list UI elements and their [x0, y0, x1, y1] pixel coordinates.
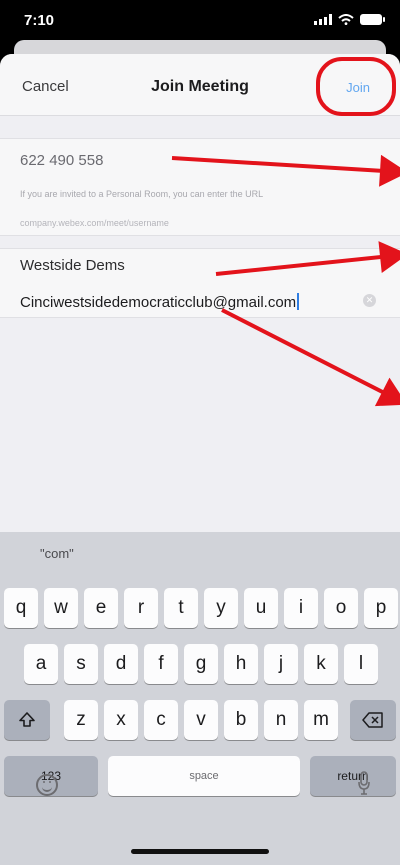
key-z[interactable]: z [64, 700, 98, 740]
key-x[interactable]: x [104, 700, 138, 740]
key-k[interactable]: k [304, 644, 338, 684]
key-i[interactable]: i [284, 588, 318, 628]
suggestion-bar: "com" [0, 532, 400, 576]
personal-room-hint: If you are invited to a Personal Room, y… [20, 189, 264, 199]
join-button[interactable]: Join [346, 80, 370, 95]
email-value: Cinciwestsidedemocraticclub@gmail.com [20, 294, 297, 311]
key-b[interactable]: b [224, 700, 258, 740]
status-icons [314, 14, 385, 25]
key-d[interactable]: d [104, 644, 138, 684]
signal-icon [314, 14, 332, 25]
shift-icon [19, 712, 35, 727]
key-u[interactable]: u [244, 588, 278, 628]
key-q[interactable]: q [4, 588, 38, 628]
key-j[interactable]: j [264, 644, 298, 684]
clear-icon[interactable]: ✕ [363, 294, 376, 307]
battery-icon [360, 14, 385, 25]
key-a[interactable]: a [24, 644, 58, 684]
key-m[interactable]: m [304, 700, 338, 740]
key-c[interactable]: c [144, 700, 178, 740]
suggestion-item[interactable]: "com" [40, 546, 74, 561]
key-l[interactable]: l [344, 644, 378, 684]
key-n[interactable]: n [264, 700, 298, 740]
delete-key[interactable] [350, 700, 396, 740]
key-v[interactable]: v [184, 700, 218, 740]
personal-room-url-hint: company.webex.com/meet/username [20, 218, 169, 228]
return-key[interactable]: return [310, 756, 396, 796]
emoji-icon[interactable] [36, 774, 58, 796]
key-w[interactable]: w [44, 588, 78, 628]
delete-icon [362, 712, 383, 728]
meeting-number-field[interactable]: 622 490 558 If you are invited to a Pers… [0, 138, 400, 236]
user-info-group: Westside Dems Cinciwestsidedemocraticclu… [0, 248, 400, 318]
home-indicator [131, 849, 269, 854]
nav-bar: Cancel Join Meeting Join [0, 54, 400, 116]
wifi-icon [338, 14, 354, 25]
meeting-number-input[interactable]: 622 490 558 [20, 152, 103, 169]
text-cursor [297, 293, 300, 310]
key-s[interactable]: s [64, 644, 98, 684]
key-p[interactable]: p [364, 588, 398, 628]
name-input[interactable]: Westside Dems [20, 257, 125, 274]
key-t[interactable]: t [164, 588, 198, 628]
microphone-icon[interactable] [358, 770, 370, 798]
keyboard: "com" q w e r t y u i o p a s d f g h j … [0, 532, 400, 865]
key-h[interactable]: h [224, 644, 258, 684]
key-f[interactable]: f [144, 644, 178, 684]
key-g[interactable]: g [184, 644, 218, 684]
shift-key[interactable] [4, 700, 50, 740]
key-e[interactable]: e [84, 588, 118, 628]
page-title: Join Meeting [151, 78, 249, 95]
space-key[interactable]: space [108, 756, 300, 796]
key-y[interactable]: y [204, 588, 238, 628]
key-o[interactable]: o [324, 588, 358, 628]
key-r[interactable]: r [124, 588, 158, 628]
status-time: 7:10 [24, 12, 55, 29]
email-field[interactable]: Cinciwestsidedemocraticclub@gmail.com [20, 293, 300, 311]
status-bar: 7:10 [0, 0, 400, 42]
